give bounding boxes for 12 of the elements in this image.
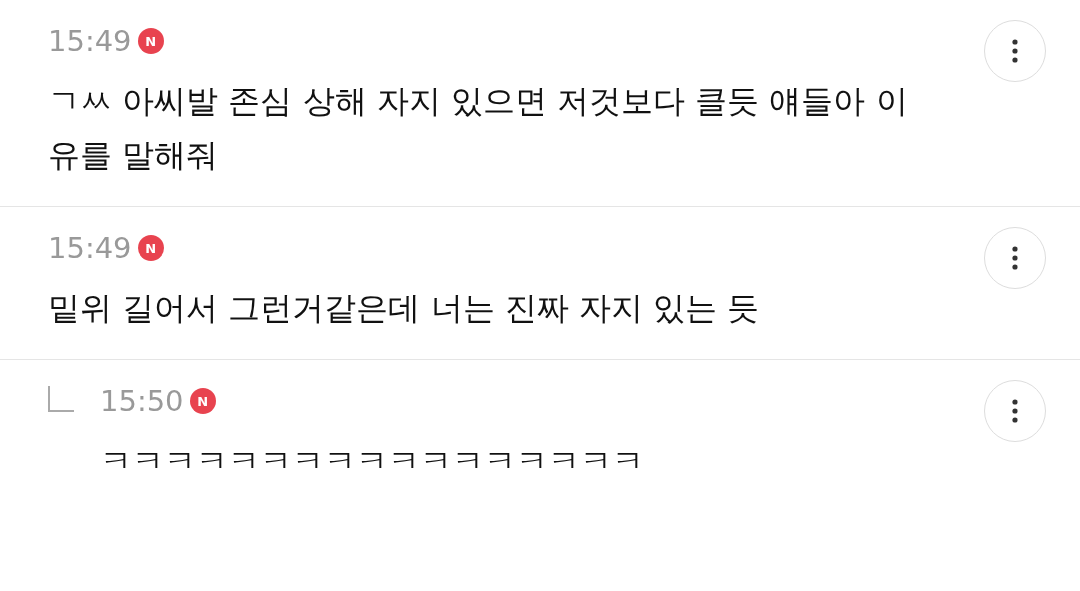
more-vertical-icon [1012,39,1018,63]
new-badge: N [137,28,164,54]
comment-text: 밑위 길어서 그런거같은데 너는 진짜 자지 있는 듯 [48,288,761,329]
more-vertical-icon [1012,399,1018,423]
new-badge: N [189,388,216,414]
new-badge: N [137,235,164,261]
comment-time: 15:50 [100,386,184,416]
comment-time: 15:49 [48,26,132,56]
comment-text: ㄱㅆ 아씨발 존심 상해 자지 있으면 저것보다 클듯 얘들아 이유를 말해줘 [48,81,909,176]
comment-time: 15:49 [48,233,132,263]
comment-text: ㅋㅋㅋㅋㅋㅋㅋㅋㅋㅋㅋㅋㅋㅋㅋㅋㅋ [100,441,645,482]
more-vertical-icon [1012,246,1018,270]
